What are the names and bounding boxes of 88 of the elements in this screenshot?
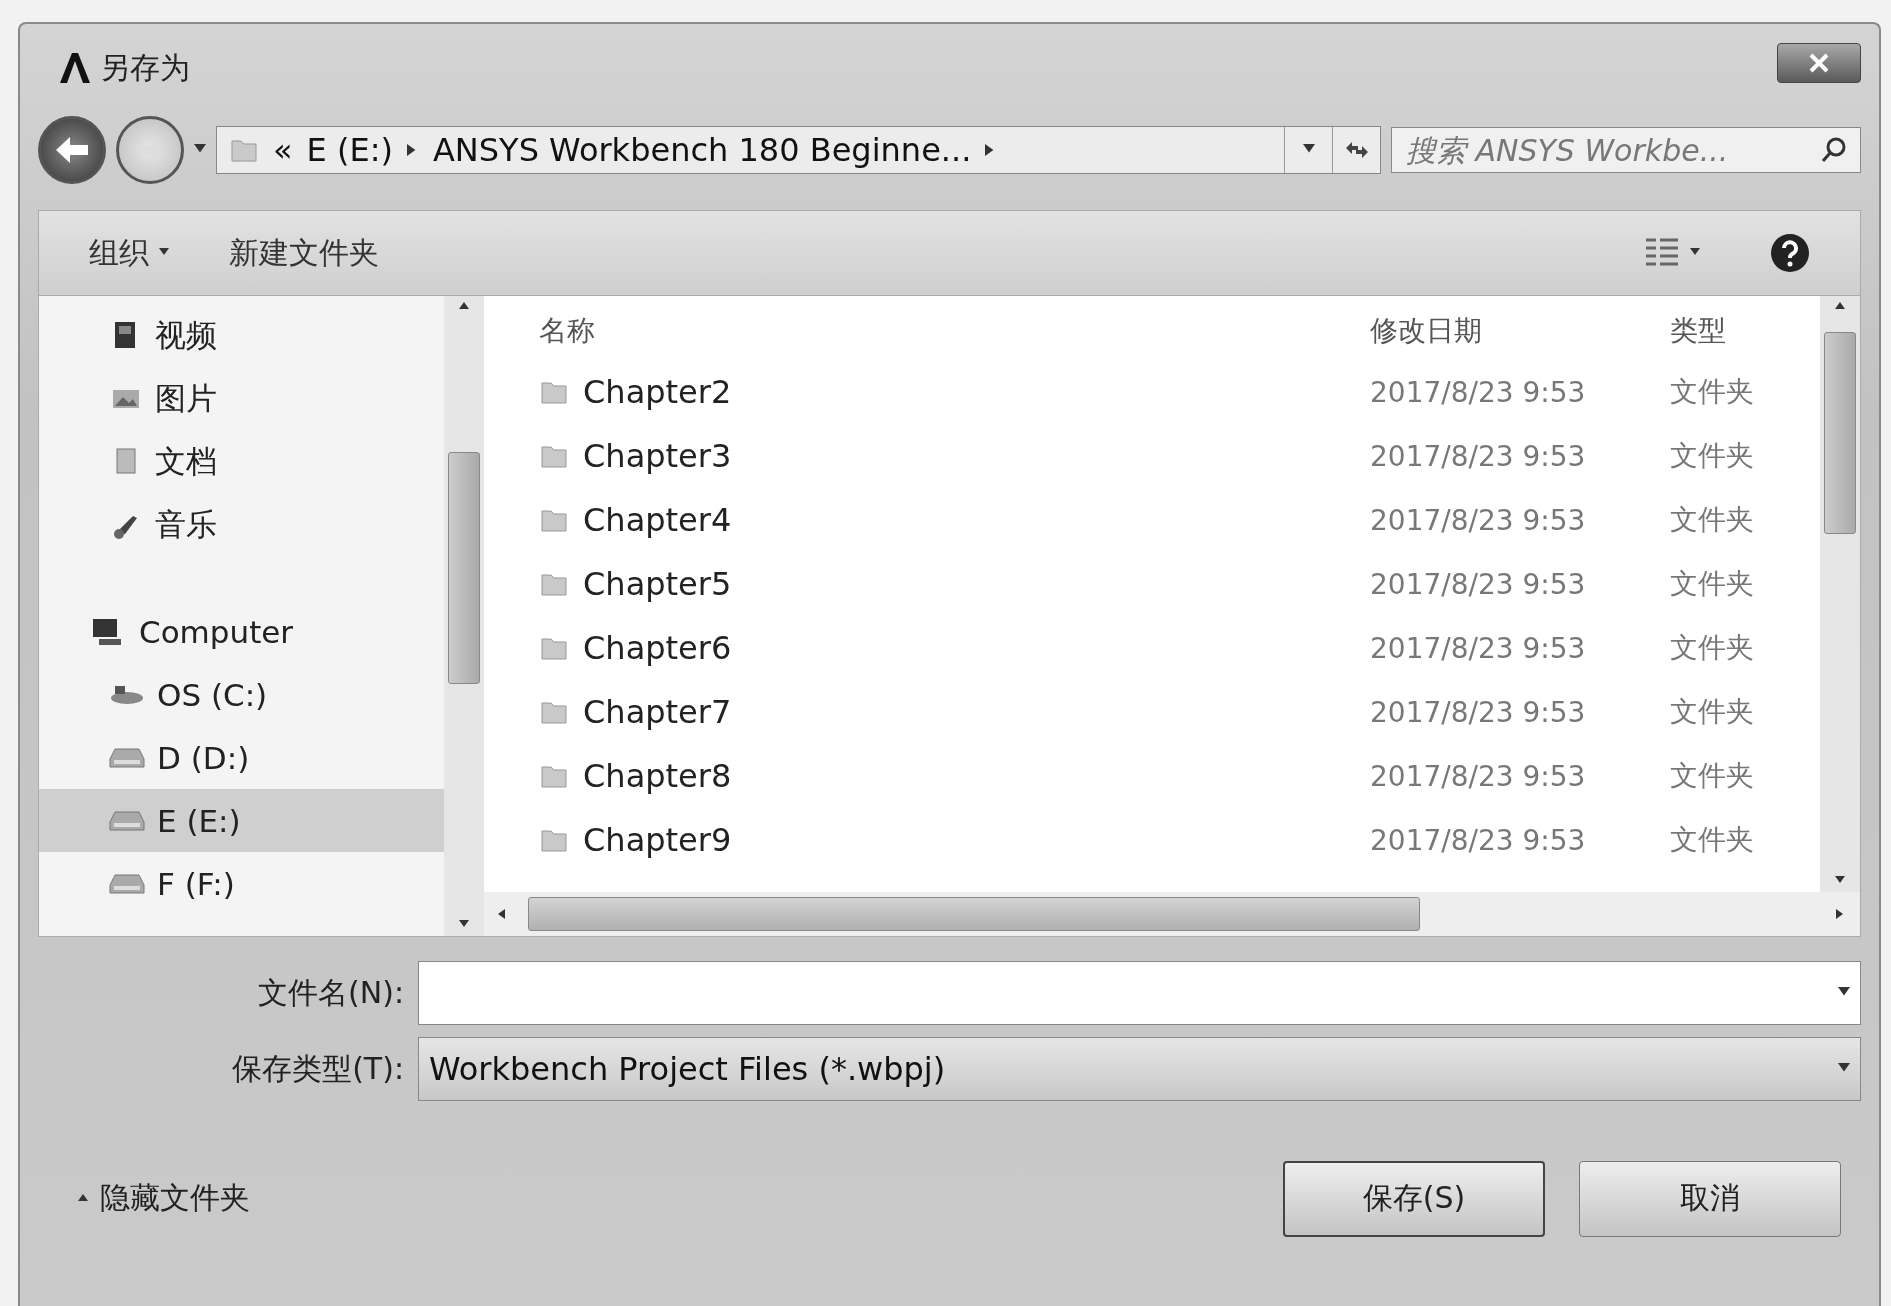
filename-field[interactable] <box>418 961 1861 1025</box>
help-button[interactable] <box>1770 233 1810 273</box>
file-name: Chapter3 <box>583 437 732 475</box>
type-cell-text: 文件夹 <box>1670 438 1755 474</box>
back-arrow-icon <box>54 135 90 165</box>
drive-icon <box>109 809 145 832</box>
navigation-label: E (E:) <box>157 802 241 839</box>
scroll-up-icon <box>459 302 469 312</box>
breadcrumb-overflow[interactable]: « <box>273 131 293 169</box>
type-cell-text: 文件夹 <box>1670 566 1755 602</box>
navigation-label: Computer <box>139 613 294 650</box>
date-cell-text: 2017/8/23 9:53 <box>1370 438 1587 475</box>
close-button[interactable] <box>1777 43 1861 83</box>
navigation-item[interactable]: 视频 <box>39 304 444 367</box>
date-cell-text: 2017/8/23 9:53 <box>1370 758 1587 795</box>
navigation-label: 文档 <box>155 441 217 481</box>
navigation-label: F (F:) <box>157 865 235 902</box>
date-cell-text: 2017/8/23 9:53 <box>1370 822 1587 859</box>
file-name-cell[interactable]: Chapter6 <box>539 616 1370 680</box>
date-cell-text: 2017/8/23 9:53 <box>1370 694 1587 731</box>
navigation-item[interactable]: 图片 <box>39 367 444 430</box>
scroll-up-icon <box>1835 302 1845 312</box>
column-header[interactable]: 修改日期 <box>1370 296 1670 363</box>
drive-icon <box>109 746 145 769</box>
scrollbar[interactable] <box>444 296 484 936</box>
navigation-item[interactable]: Computer <box>39 600 444 663</box>
scrollbar[interactable] <box>1820 296 1860 892</box>
type-cell-text: 文件夹 <box>1670 822 1755 858</box>
file-name: Chapter6 <box>583 629 732 667</box>
close-icon <box>1808 52 1830 74</box>
file-name-cell[interactable]: Chapter3 <box>539 424 1370 488</box>
field-label: 保存类型(T): <box>231 1049 405 1088</box>
file-name: Chapter4 <box>583 501 732 539</box>
horizontal-scrollbar[interactable] <box>484 892 1860 936</box>
navigation-label: 图片 <box>155 378 217 418</box>
file-name-cell[interactable]: Chapter8 <box>539 744 1370 808</box>
address-bar[interactable]: « E (E:) ANSYS Workbench 180 Beginne... <box>216 126 1381 174</box>
file-name: Chapter9 <box>583 821 732 859</box>
type-cell-text: 文件夹 <box>1670 630 1755 666</box>
type-cell-text: 文件夹 <box>1670 694 1755 730</box>
file-name-cell[interactable]: Chapter2 <box>539 360 1370 424</box>
column-header[interactable]: 类型 <box>1670 296 1820 363</box>
file-type-dropdown[interactable]: Workbench Project Files (*.wbpj) <box>418 1037 1861 1101</box>
navigation-label: 音乐 <box>155 504 217 544</box>
navigation-label: 视频 <box>155 315 217 355</box>
expand-caret-icon <box>78 1193 88 1204</box>
file-name: Chapter8 <box>583 757 732 795</box>
save-button[interactable]: 保存(S) <box>1283 1160 1545 1237</box>
file-name-cell[interactable]: Chapter9 <box>539 808 1370 872</box>
file-name: Chapter7 <box>583 693 732 731</box>
organize-menu[interactable]: 组织 <box>89 232 169 274</box>
navigation-item[interactable]: D (D:) <box>39 726 444 789</box>
cancel-button[interactable]: 取消 <box>1579 1160 1841 1237</box>
file-name-cell[interactable]: Chapter4 <box>539 488 1370 552</box>
search-icon <box>1820 136 1848 164</box>
navigation-label: D (D:) <box>157 739 250 776</box>
file-name-cell[interactable]: Chapter7 <box>539 680 1370 744</box>
date-cell-text: 2017/8/23 9:53 <box>1370 374 1587 411</box>
field-label: 文件名(N): <box>257 973 405 1012</box>
navigation-item[interactable]: F (F:) <box>39 852 444 915</box>
column-header[interactable]: 名称 <box>539 296 1370 363</box>
date-cell-text: 2017/8/23 9:53 <box>1370 630 1587 667</box>
navigation-item[interactable]: 文档 <box>39 430 444 493</box>
drive-icon <box>109 872 145 895</box>
type-cell-text: 文件夹 <box>1670 502 1755 538</box>
file-name: Chapter2 <box>583 373 732 411</box>
navigation-item[interactable]: E (E:) <box>39 789 444 852</box>
file-name-cell[interactable]: Chapter5 <box>539 552 1370 616</box>
scroll-thumb[interactable] <box>448 452 480 684</box>
app-logo-icon <box>58 51 92 85</box>
type-cell-text: 文件夹 <box>1670 758 1755 794</box>
scroll-thumb[interactable] <box>1824 332 1856 534</box>
hide-folders-toggle[interactable]: 隐藏文件夹 <box>78 1178 250 1219</box>
date-cell-text: 2017/8/23 9:53 <box>1370 502 1587 539</box>
scroll-left-icon <box>498 909 508 919</box>
date-cell-text: 2017/8/23 9:53 <box>1370 566 1587 603</box>
window-title: 另存为 <box>100 48 190 87</box>
navigation-item[interactable]: OS (C:) <box>39 663 444 726</box>
navigation-label: OS (C:) <box>157 676 268 713</box>
file-name: Chapter5 <box>583 565 732 603</box>
scroll-thumb[interactable] <box>528 897 1420 931</box>
navigation-item[interactable]: 音乐 <box>39 493 444 556</box>
search-field[interactable]: 搜索 ANSYS Workbe... <box>1391 127 1861 173</box>
breadcrumb-segment[interactable]: ANSYS Workbench 180 Beginne... <box>432 131 972 169</box>
help-icon <box>1770 233 1810 273</box>
new-folder-button[interactable]: 新建文件夹 <box>229 232 379 274</box>
type-cell-text: 文件夹 <box>1670 374 1755 410</box>
breadcrumb-segment[interactable]: E (E:) <box>306 131 393 169</box>
